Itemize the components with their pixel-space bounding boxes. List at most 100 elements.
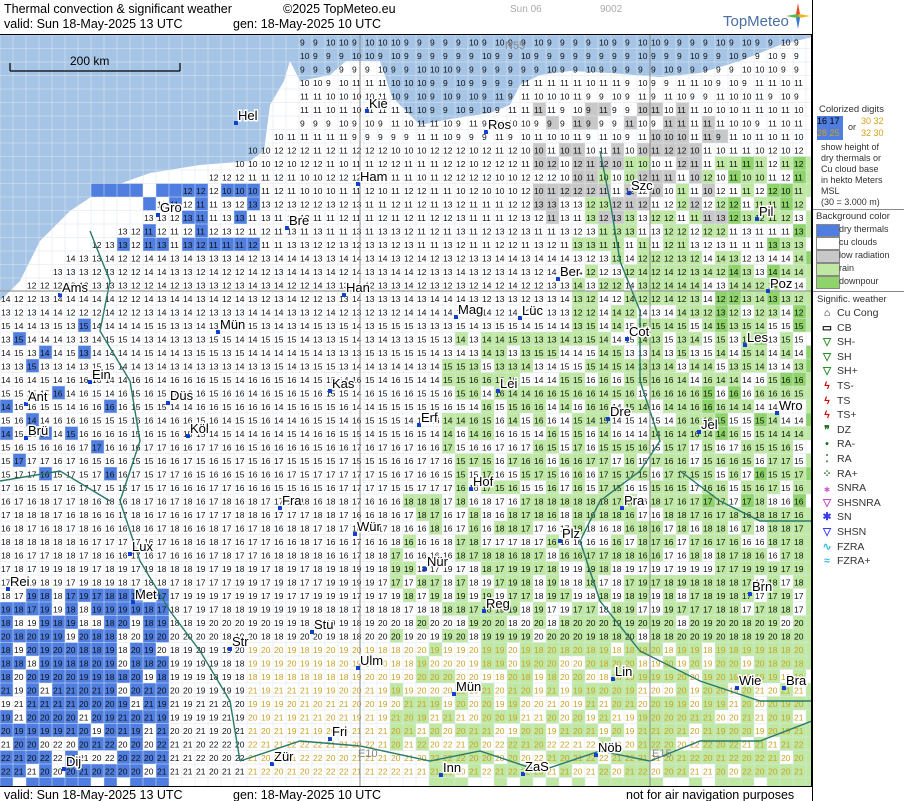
svg-text:19: 19 — [287, 713, 297, 723]
svg-text:16: 16 — [534, 389, 544, 399]
svg-text:19: 19 — [248, 578, 258, 588]
svg-text:12: 12 — [248, 240, 258, 250]
svg-text:14: 14 — [560, 321, 570, 331]
svg-text:16: 16 — [326, 551, 336, 561]
svg-text:17: 17 — [300, 510, 310, 520]
city-label: Han — [346, 280, 370, 295]
svg-text:16: 16 — [755, 483, 765, 493]
svg-text:18: 18 — [53, 537, 63, 547]
svg-text:14: 14 — [703, 254, 713, 264]
svg-text:18: 18 — [560, 618, 570, 628]
svg-text:13: 13 — [534, 240, 544, 250]
svg-text:15: 15 — [131, 402, 141, 412]
svg-text:15: 15 — [105, 416, 115, 426]
svg-text:21: 21 — [404, 740, 414, 750]
svg-text:16: 16 — [339, 537, 349, 547]
weather-map[interactable]: 14 13 15 13 14 13 14 15 14 15 14 15 15 15 17 16 17 16 18 18… — [0, 34, 812, 786]
svg-text:17: 17 — [716, 537, 726, 547]
svg-text:11: 11 — [287, 173, 296, 183]
svg-text:21: 21 — [703, 713, 713, 723]
svg-text:20: 20 — [287, 659, 297, 669]
svg-text:14: 14 — [781, 429, 791, 439]
svg-text:14: 14 — [118, 321, 128, 331]
svg-text:10: 10 — [560, 173, 570, 183]
footer-generated-time: gen: 18-May-2025 10 UTC — [233, 788, 381, 801]
svg-text:19: 19 — [742, 659, 752, 669]
weather-symbol-icon: ▽ — [817, 365, 837, 377]
svg-text:12: 12 — [677, 294, 687, 304]
svg-text:13: 13 — [534, 200, 544, 210]
svg-text:17: 17 — [690, 591, 700, 601]
svg-text:19: 19 — [469, 591, 479, 601]
svg-text:15: 15 — [521, 470, 531, 480]
svg-text:15: 15 — [274, 389, 284, 399]
svg-text:20: 20 — [560, 632, 570, 642]
svg-text:11: 11 — [781, 200, 790, 210]
svg-text:20: 20 — [430, 740, 440, 750]
svg-text:17: 17 — [196, 443, 206, 453]
svg-text:20: 20 — [560, 659, 570, 669]
svg-text:9: 9 — [404, 132, 409, 142]
svg-text:18: 18 — [40, 497, 50, 507]
svg-text:16: 16 — [443, 456, 453, 466]
svg-text:19: 19 — [157, 699, 167, 709]
svg-text:13: 13 — [443, 335, 453, 345]
svg-text:14: 14 — [560, 335, 570, 345]
svg-text:12: 12 — [534, 267, 544, 277]
svg-text:17: 17 — [157, 483, 167, 493]
svg-text:19: 19 — [521, 564, 531, 574]
svg-text:14: 14 — [729, 281, 739, 291]
svg-text:15: 15 — [560, 362, 570, 372]
svg-text:17: 17 — [781, 578, 791, 588]
city-label: Lüc — [522, 303, 543, 318]
svg-text:12: 12 — [196, 240, 206, 250]
svg-text:18: 18 — [105, 618, 115, 628]
svg-text:18: 18 — [625, 591, 635, 601]
svg-text:10: 10 — [534, 146, 544, 156]
svg-text:19: 19 — [703, 618, 713, 628]
svg-text:16: 16 — [677, 416, 687, 426]
svg-text:9: 9 — [716, 65, 721, 75]
svg-text:13: 13 — [196, 362, 206, 372]
svg-text:13: 13 — [742, 227, 752, 237]
svg-text:11: 11 — [690, 213, 699, 223]
svg-text:12: 12 — [703, 173, 713, 183]
city-label: Les — [747, 330, 768, 345]
svg-text:21: 21 — [300, 726, 310, 736]
city-label: Dij — [66, 754, 81, 769]
svg-text:21: 21 — [287, 767, 297, 777]
svg-text:14: 14 — [430, 429, 440, 439]
svg-text:10: 10 — [417, 105, 427, 115]
svg-text:19: 19 — [664, 605, 674, 615]
svg-text:19: 19 — [456, 645, 466, 655]
svg-text:10: 10 — [430, 65, 440, 75]
svg-text:20: 20 — [131, 713, 141, 723]
svg-text:16: 16 — [651, 510, 661, 520]
svg-text:15: 15 — [560, 389, 570, 399]
svg-text:19: 19 — [118, 699, 128, 709]
topmeteo-logo: TopMeteo — [723, 13, 789, 30]
svg-text:12: 12 — [300, 159, 310, 169]
svg-text:17: 17 — [222, 591, 232, 601]
svg-text:12: 12 — [742, 254, 752, 264]
svg-text:13: 13 — [794, 362, 804, 372]
svg-text:13: 13 — [404, 240, 414, 250]
svg-text:18: 18 — [521, 578, 531, 588]
city-label: Kas — [332, 376, 355, 391]
svg-text:15: 15 — [248, 443, 258, 453]
svg-text:17: 17 — [534, 564, 544, 574]
svg-text:12: 12 — [768, 186, 778, 196]
svg-text:17: 17 — [560, 591, 570, 601]
svg-text:14: 14 — [599, 348, 609, 358]
svg-text:14: 14 — [482, 389, 492, 399]
svg-text:20: 20 — [365, 632, 375, 642]
svg-text:16: 16 — [196, 497, 206, 507]
svg-text:17: 17 — [170, 497, 180, 507]
svg-text:11: 11 — [300, 132, 309, 142]
svg-text:20: 20 — [768, 713, 778, 723]
legend-bg-label: cu clouds — [839, 237, 877, 247]
svg-text:20: 20 — [755, 618, 765, 628]
svg-text:16: 16 — [495, 456, 505, 466]
svg-text:15: 15 — [586, 362, 596, 372]
svg-text:17: 17 — [131, 564, 141, 574]
